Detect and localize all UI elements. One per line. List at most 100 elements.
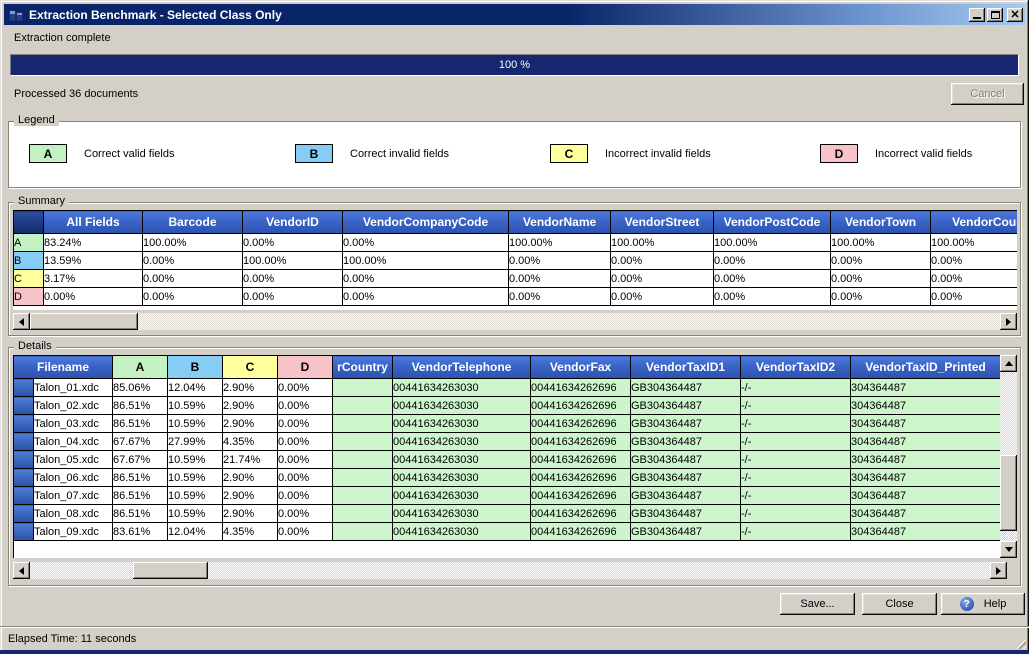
summary-cell: 100.00% xyxy=(831,234,931,252)
summary-scroll-left-button[interactable] xyxy=(13,313,30,330)
summary-cell: 0.00% xyxy=(243,270,343,288)
maximize-button[interactable] xyxy=(987,8,1003,22)
details-cell: 304364487 xyxy=(851,523,1001,541)
details-hscroll-thumb[interactable] xyxy=(133,562,208,579)
details-cell: -/- xyxy=(741,505,851,523)
legend-key-D: D xyxy=(820,144,858,163)
details-column-header[interactable]: VendorTelephone xyxy=(393,356,531,379)
row-selector[interactable] xyxy=(14,451,34,469)
arrow-up-icon xyxy=(1005,361,1013,366)
legend-label: Correct valid fields xyxy=(84,148,174,160)
summary-column-header[interactable]: VendorStreet xyxy=(611,211,714,234)
details-cell: 2.90% xyxy=(223,415,278,433)
legend-item: DIncorrect valid fields xyxy=(820,144,972,163)
details-cell xyxy=(333,415,393,433)
row-selector[interactable] xyxy=(14,397,34,415)
details-cell xyxy=(333,505,393,523)
details-cell: 00441634263030 xyxy=(393,523,531,541)
summary-row: A83.24%100.00%0.00%0.00%100.00%100.00%10… xyxy=(14,234,1018,252)
details-hscrollbar[interactable] xyxy=(13,562,1007,579)
summary-cell: 0.00% xyxy=(831,288,931,306)
details-cell: 2.90% xyxy=(223,469,278,487)
details-cell: 00441634263030 xyxy=(393,469,531,487)
row-selector[interactable] xyxy=(14,523,34,541)
summary-corner-header[interactable] xyxy=(14,211,44,234)
details-column-header[interactable]: Filename xyxy=(14,356,113,379)
row-selector[interactable] xyxy=(14,433,34,451)
details-row: Talon_08.xdc86.51%10.59%2.90%0.00%004416… xyxy=(14,505,1001,523)
details-column-header[interactable]: VendorFax xyxy=(531,356,631,379)
summary-cell: 0.00% xyxy=(343,288,509,306)
summary-column-header[interactable]: Barcode xyxy=(143,211,243,234)
details-cell: 67.67% xyxy=(113,451,168,469)
summary-hscroll-thumb[interactable] xyxy=(30,313,138,330)
arrow-right-icon xyxy=(1006,318,1011,326)
legend-item: BCorrect invalid fields xyxy=(295,144,449,163)
summary-column-header[interactable]: VendorCountry xyxy=(931,211,1018,234)
details-cell: 27.99% xyxy=(168,433,223,451)
details-scroll-right-button[interactable] xyxy=(990,562,1007,579)
details-cell xyxy=(333,469,393,487)
save-button[interactable]: Save... xyxy=(780,593,855,615)
details-cell: 10.59% xyxy=(168,487,223,505)
summary-column-header[interactable]: VendorName xyxy=(509,211,611,234)
row-selector[interactable] xyxy=(14,487,34,505)
summary-column-header[interactable]: VendorCompanyCode xyxy=(343,211,509,234)
filename-cell: Talon_08.xdc xyxy=(34,505,113,523)
details-column-header[interactable]: C xyxy=(223,356,278,379)
summary-hscrollbar[interactable] xyxy=(13,313,1017,330)
details-cell: 85.06% xyxy=(113,379,168,397)
details-column-header[interactable]: D xyxy=(278,356,333,379)
details-cell: 304364487 xyxy=(851,505,1001,523)
background-strip xyxy=(0,650,1029,654)
summary-column-header[interactable]: VendorTown xyxy=(831,211,931,234)
details-column-header[interactable]: B xyxy=(168,356,223,379)
row-selector[interactable] xyxy=(14,469,34,487)
details-scroll-up-button[interactable] xyxy=(1000,355,1017,372)
summary-column-header[interactable]: VendorID xyxy=(243,211,343,234)
summary-cell: 0.00% xyxy=(343,270,509,288)
filename-cell: Talon_02.xdc xyxy=(34,397,113,415)
details-cell xyxy=(333,397,393,415)
details-scroll-down-button[interactable] xyxy=(1000,541,1017,558)
details-column-header[interactable]: rCountry xyxy=(333,356,393,379)
details-cell: 10.59% xyxy=(168,415,223,433)
details-vscroll-thumb[interactable] xyxy=(1000,455,1017,531)
row-selector[interactable] xyxy=(14,415,34,433)
summary-column-header[interactable]: VendorPostCode xyxy=(714,211,831,234)
details-header-row: FilenameABCDrCountryVendorTelephoneVendo… xyxy=(14,356,1001,379)
details-column-header[interactable]: VendorTaxID1 xyxy=(631,356,741,379)
titlebar[interactable]: Extraction Benchmark - Selected Class On… xyxy=(4,4,1025,25)
details-column-header[interactable]: VendorTaxID2 xyxy=(741,356,851,379)
help-button[interactable]: ? Help xyxy=(941,593,1025,615)
close-dialog-button[interactable]: Close xyxy=(862,593,937,615)
progress-bar: 100 % xyxy=(10,54,1019,76)
details-cell: 00441634263030 xyxy=(393,397,531,415)
summary-cell: 0.00% xyxy=(509,252,611,270)
details-column-header[interactable]: A xyxy=(113,356,168,379)
details-vscrollbar[interactable] xyxy=(1000,355,1017,558)
summary-cell: 0.00% xyxy=(611,252,714,270)
help-button-label: Help xyxy=(984,598,1007,610)
close-button[interactable]: ✕ xyxy=(1007,8,1023,22)
statusbar-separator xyxy=(0,626,1029,628)
details-cell: 00441634262696 xyxy=(531,505,631,523)
summary-cell: 83.24% xyxy=(44,234,143,252)
details-cell: 10.59% xyxy=(168,469,223,487)
progress-label: 100 % xyxy=(499,59,530,71)
row-selector[interactable] xyxy=(14,505,34,523)
summary-scroll-right-button[interactable] xyxy=(1000,313,1017,330)
details-cell: 2.90% xyxy=(223,505,278,523)
minimize-button[interactable] xyxy=(969,8,985,22)
resize-grip-icon[interactable] xyxy=(1014,637,1026,649)
details-column-header[interactable]: VendorTaxID_Printed xyxy=(851,356,1001,379)
details-cell: 00441634262696 xyxy=(531,451,631,469)
details-cell: 00441634263030 xyxy=(393,433,531,451)
summary-header-row: All FieldsBarcodeVendorIDVendorCompanyCo… xyxy=(14,211,1018,234)
summary-cell: 0.00% xyxy=(831,252,931,270)
summary-column-header[interactable]: All Fields xyxy=(44,211,143,234)
row-selector[interactable] xyxy=(14,379,34,397)
details-cell: -/- xyxy=(741,397,851,415)
details-scroll-left-button[interactable] xyxy=(13,562,30,579)
cancel-button[interactable]: Cancel xyxy=(951,83,1024,105)
